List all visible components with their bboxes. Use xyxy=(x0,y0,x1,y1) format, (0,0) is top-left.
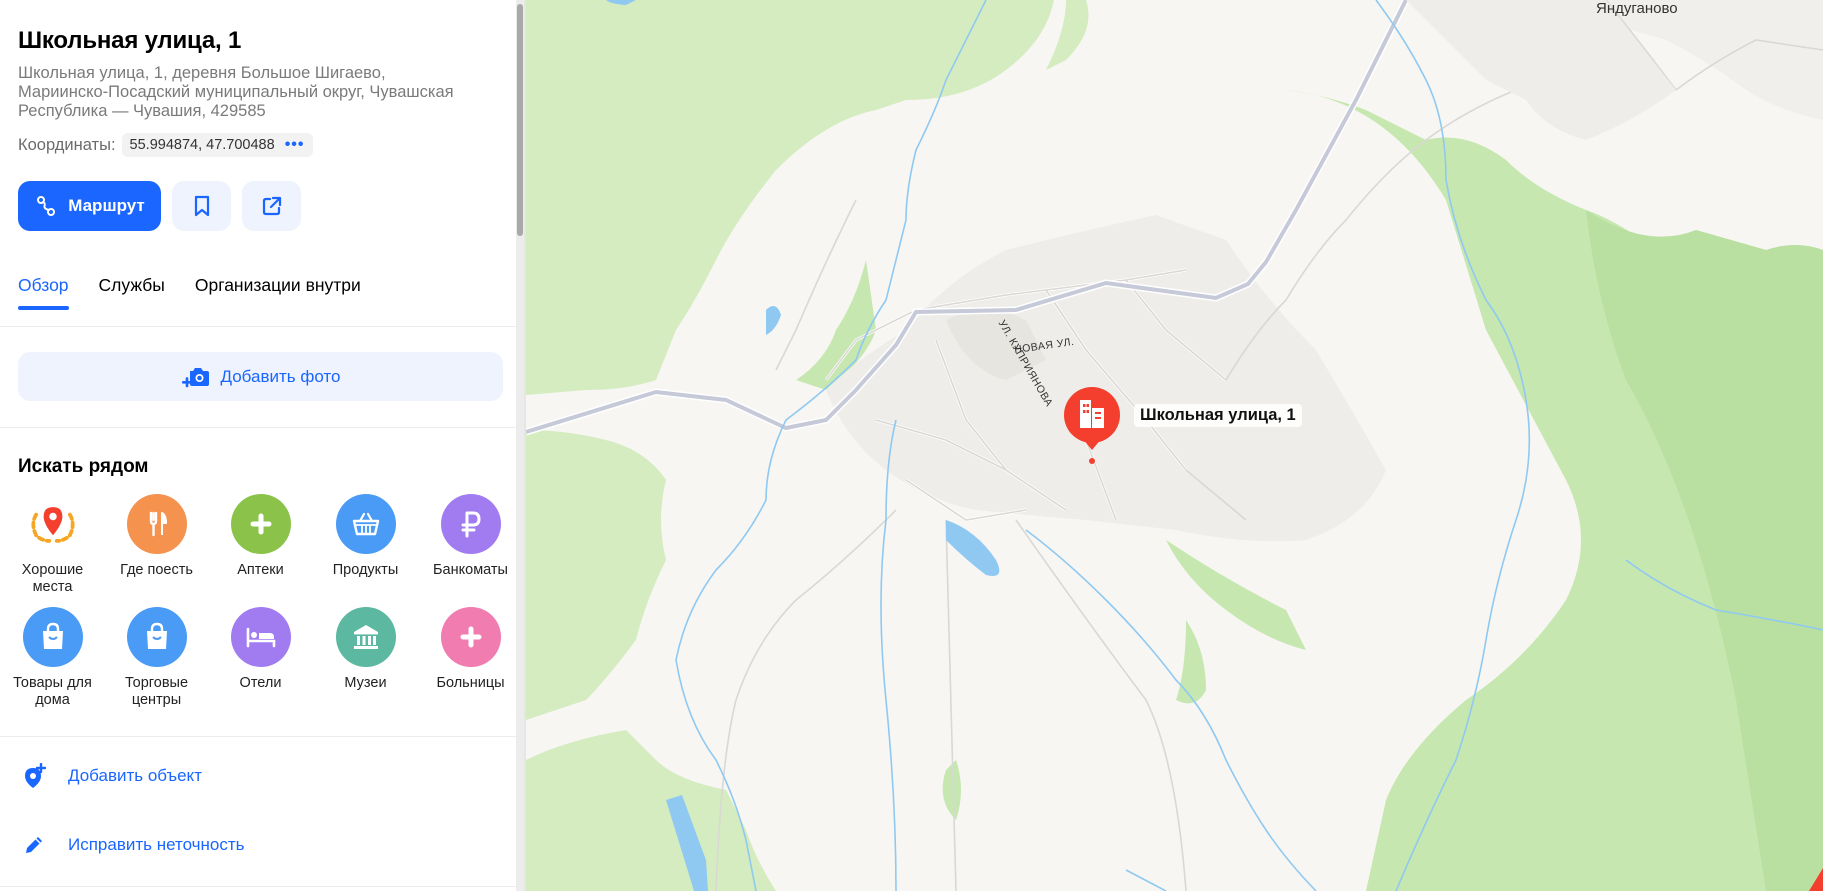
tab-overview[interactable]: Обзор xyxy=(18,275,69,310)
category-pharmacy[interactable]: Аптеки xyxy=(208,494,313,579)
map-pin-icon[interactable] xyxy=(1063,386,1121,468)
category-museums[interactable]: Музеи xyxy=(313,607,418,692)
category-malls[interactable]: Торговые центры xyxy=(104,607,209,709)
route-button[interactable]: Маршрут xyxy=(18,181,161,231)
add-photo-button[interactable]: Добавить фото xyxy=(18,352,503,401)
tab-organizations-inside[interactable]: Организации внутри xyxy=(195,275,361,310)
plus-icon xyxy=(440,607,501,667)
add-location-icon xyxy=(25,763,46,788)
add-object-button[interactable]: Добавить объект xyxy=(22,763,202,789)
bookmark-icon xyxy=(194,195,209,217)
fork-knife-icon xyxy=(126,494,187,554)
scrollbar-thumb[interactable] xyxy=(517,4,523,236)
pencil-icon xyxy=(26,837,42,853)
category-good-places[interactable]: Хорошие места xyxy=(0,494,105,596)
sidebar-scrollbar[interactable] xyxy=(516,0,524,891)
share-button[interactable] xyxy=(242,181,301,231)
map-canvas[interactable]: Яндуганово НОВАЯ УЛ. УЛ. КУПРИЯНОВА Школ… xyxy=(526,0,1823,891)
add-photo-label: Добавить фото xyxy=(220,366,341,386)
category-hospitals[interactable]: Больницы xyxy=(418,607,523,692)
map-pin-label: Школьная улица, 1 xyxy=(1134,404,1302,427)
category-hotels[interactable]: Отели xyxy=(208,607,313,692)
coordinates-label: Координаты: xyxy=(18,135,116,154)
route-button-label: Маршрут xyxy=(68,196,145,215)
bed-icon xyxy=(230,607,291,667)
divider xyxy=(0,736,516,737)
location-laurel-icon xyxy=(23,494,83,554)
place-card-sidebar: Школьная улица, 1 Школьная улица, 1, дер… xyxy=(0,0,524,891)
map-layer xyxy=(526,0,1823,891)
add-object-label: Добавить объект xyxy=(68,766,202,785)
coordinates-chip[interactable]: 55.994874, 47.700488 ••• xyxy=(121,133,313,157)
category-home-goods[interactable]: Товары для дома xyxy=(0,607,105,709)
museum-icon xyxy=(335,607,396,667)
share-icon xyxy=(262,196,281,216)
shopping-bag-icon xyxy=(126,607,187,667)
divider xyxy=(0,326,516,327)
place-title: Школьная улица, 1 xyxy=(18,27,242,54)
tab-services[interactable]: Службы xyxy=(99,275,165,310)
category-label: Где поесть xyxy=(120,562,193,578)
camera-plus-icon xyxy=(181,367,209,387)
plus-icon xyxy=(230,494,291,554)
category-label: Аптеки xyxy=(237,562,284,578)
place-address: Школьная улица, 1, деревня Большое Шигае… xyxy=(18,64,498,121)
app-root: Школьная улица, 1 Школьная улица, 1, дер… xyxy=(0,0,1823,891)
divider xyxy=(0,886,516,887)
ruble-icon xyxy=(440,494,501,554)
category-label: Музеи xyxy=(344,675,387,691)
fix-error-label: Исправить неточность xyxy=(68,835,245,854)
basket-icon xyxy=(335,494,396,554)
route-icon xyxy=(37,196,56,216)
category-groceries[interactable]: Продукты xyxy=(313,494,418,579)
tab-bar: Обзор Службы Организации внутри xyxy=(18,275,361,310)
divider xyxy=(0,427,516,428)
action-buttons: Маршрут xyxy=(18,181,301,231)
category-label: Продукты xyxy=(332,562,399,578)
category-label: Банкоматы xyxy=(433,562,508,578)
nearby-title: Искать рядом xyxy=(18,456,149,477)
category-label: Торговые центры xyxy=(124,675,189,708)
address-line: Мариинско-Посадский муниципальный округ,… xyxy=(18,83,454,101)
coordinates-value: 55.994874, 47.700488 xyxy=(129,137,275,153)
category-label: Отели xyxy=(239,675,282,691)
category-label: Хорошие места xyxy=(21,562,84,595)
coordinates-row: Координаты: 55.994874, 47.700488 ••• xyxy=(18,133,313,157)
bookmark-button[interactable] xyxy=(172,181,231,231)
shopping-bag-icon xyxy=(22,607,83,667)
category-food[interactable]: Где поесть xyxy=(104,494,209,579)
map-corner-icon xyxy=(1809,868,1823,891)
category-label: Товары для дома xyxy=(13,675,92,708)
fix-error-button[interactable]: Исправить неточность xyxy=(22,833,245,857)
more-icon[interactable]: ••• xyxy=(285,136,305,154)
map-label-village: Яндуганово xyxy=(1596,0,1678,17)
address-line: Школьная улица, 1, деревня Большое Шигае… xyxy=(18,64,386,82)
category-label: Больницы xyxy=(436,675,505,691)
category-atm[interactable]: Банкоматы xyxy=(418,494,523,579)
address-line: Республика — Чувашия, 429585 xyxy=(18,102,266,120)
